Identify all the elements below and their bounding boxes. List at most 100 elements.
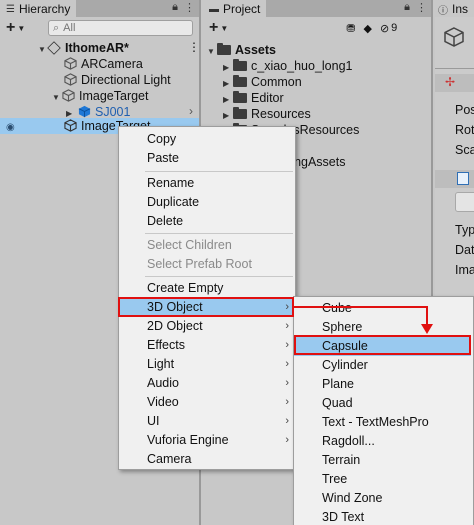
folder-icon — [233, 107, 247, 119]
menu-separator — [145, 171, 293, 172]
assets-root-row[interactable]: ▼ Assets — [207, 42, 276, 58]
folder-label: Common — [251, 75, 302, 89]
folder-icon — [233, 59, 247, 71]
menu-item-label: Vuforia Engine — [147, 433, 229, 447]
inspector-field-label: Pos — [455, 103, 474, 117]
menu-item-audio[interactable]: Audio › — [119, 374, 295, 393]
hierarchy-item-label: Directional Light — [81, 73, 171, 87]
hierarchy-item-directional-light[interactable]: Directional Light — [64, 72, 171, 88]
menu-item-label: UI — [147, 414, 160, 428]
submenu-item-wind-zone[interactable]: Wind Zone — [294, 489, 473, 508]
scene-more-icon[interactable]: ⋮ — [188, 40, 199, 54]
menu-item-camera[interactable]: Camera — [119, 450, 295, 469]
menu-item-label: Effects — [147, 338, 185, 352]
chevron-down-icon[interactable]: ▼ — [17, 24, 25, 33]
project-tab-label: Project — [223, 2, 261, 16]
inspector-dropdown[interactable] — [455, 192, 474, 212]
submenu-item-text-textmeshpro[interactable]: Text - TextMeshPro — [294, 413, 473, 432]
menu-item-copy[interactable]: Copy — [119, 130, 295, 149]
submenu-item-capsule[interactable]: Capsule — [294, 337, 471, 356]
project-folder-row[interactable]: ▶ c_xiao_huo_long1 — [223, 58, 352, 74]
more-icon[interactable]: ⋮ — [416, 1, 427, 14]
scene-row[interactable]: ▼ IthomeAR* — [38, 40, 129, 56]
chevron-down-icon[interactable]: ▼ — [220, 24, 228, 33]
create-plus-button[interactable]: + — [6, 19, 15, 37]
chevron-right-icon: › — [285, 396, 289, 408]
hidden-packages-icon[interactable]: ⊘ — [380, 22, 389, 35]
gameobject-cube-icon — [62, 89, 75, 102]
menu-item-paste[interactable]: Paste — [119, 149, 295, 168]
hierarchy-item-imagetarget-1[interactable]: ▼ ImageTarget — [52, 88, 148, 104]
chevron-right-icon[interactable]: › — [189, 104, 193, 118]
submenu-item-3d-text[interactable]: 3D Text — [294, 508, 473, 525]
menu-item-label: Video — [147, 395, 179, 409]
menu-item-effects[interactable]: Effects › — [119, 336, 295, 355]
project-folder-row[interactable]: ▶ Resources — [223, 106, 311, 122]
chevron-right-icon: › — [285, 301, 289, 313]
submenu-item-cylinder[interactable]: Cylinder — [294, 356, 473, 375]
menu-item-label: Light — [147, 357, 175, 371]
label-tag-icon[interactable]: ◆ — [363, 22, 371, 35]
expand-arrow-icon[interactable]: ▼ — [52, 90, 62, 106]
menu-item-light[interactable]: Light › — [119, 355, 295, 374]
create-plus-button[interactable]: + — [209, 19, 218, 37]
inspector-divider — [435, 68, 474, 69]
menu-item-select-prefab-root: Select Prefab Root — [147, 257, 252, 271]
menu-separator — [145, 276, 293, 277]
menu-item-rename[interactable]: Rename — [119, 174, 295, 193]
submenu-item-ragdoll[interactable]: Ragdoll... — [294, 432, 473, 451]
menu-item-delete[interactable]: Delete — [119, 212, 295, 231]
chevron-right-icon: › — [285, 415, 289, 427]
expand-arrow-icon[interactable]: ▼ — [207, 44, 217, 60]
chevron-right-icon: › — [285, 339, 289, 351]
unity-scene-icon — [47, 41, 61, 55]
inspector-field-label: Ima — [455, 263, 474, 277]
transform-component-header[interactable]: ✢ — [435, 74, 474, 92]
gameobject-cube-icon — [64, 119, 77, 132]
expand-arrow-icon[interactable]: ▼ — [38, 42, 48, 58]
tab-inspector[interactable]: ⓘ Ins — [435, 0, 474, 17]
menu-item-2d-object[interactable]: 2D Object › — [119, 317, 295, 336]
submenu-item-terrain[interactable]: Terrain — [294, 451, 473, 470]
eye-icon: ◉ — [6, 122, 15, 133]
hierarchy-item-label: SJ001 — [95, 105, 131, 119]
lock-icon[interactable]: 🔒︎ — [404, 1, 410, 14]
submenu-item-cube[interactable]: Cube — [294, 299, 473, 318]
more-icon[interactable]: ⋮ — [184, 1, 195, 14]
script-icon — [457, 172, 469, 185]
project-search-field[interactable] — [242, 21, 342, 35]
menu-item-create-empty[interactable]: Create Empty — [119, 279, 295, 298]
hierarchy-search-field[interactable]: ⌕ — [48, 20, 193, 36]
gameobject-cube-icon — [64, 73, 77, 86]
menu-separator — [145, 233, 293, 234]
search-icon: ⌕ — [53, 21, 60, 34]
imagetarget-component-header[interactable] — [435, 170, 474, 188]
tab-hierarchy[interactable]: ☰ Hierarchy — [0, 0, 77, 17]
submenu-item-sphere[interactable]: Sphere — [294, 318, 473, 337]
folder-label: Resources — [251, 107, 311, 121]
inspector-field-label: Typ — [455, 223, 474, 237]
project-folder-row[interactable]: ▶ Editor — [223, 90, 284, 106]
menu-item-ui[interactable]: UI › — [119, 412, 295, 431]
project-folder-row[interactable]: ▶ Common — [223, 74, 302, 90]
list-icon: ☰ — [6, 3, 15, 15]
menu-item-3d-object[interactable]: 3D Object › — [119, 298, 295, 317]
project-tabbar: ▬ Project 🔒︎ ⋮ — [203, 0, 431, 17]
hierarchy-item-arcamera[interactable]: ARCamera — [64, 56, 143, 72]
project-toolbar: + ▼ ⛃ ◆ ⊘ 9 — [203, 17, 431, 39]
menu-item-vuforia-engine[interactable]: Vuforia Engine › — [119, 431, 295, 450]
hierarchy-tabbar: ☰ Hierarchy 🔒︎ ⋮ — [0, 0, 199, 17]
filter-icon[interactable]: ⛃ — [346, 22, 355, 35]
submenu-item-plane[interactable]: Plane — [294, 375, 473, 394]
menu-item-label: 2D Object — [147, 319, 203, 333]
scene-name: IthomeAR* — [65, 41, 129, 55]
chevron-right-icon: › — [285, 434, 289, 446]
tab-project[interactable]: ▬ Project — [203, 0, 267, 17]
submenu-item-tree[interactable]: Tree — [294, 470, 473, 489]
lock-icon[interactable]: 🔒︎ — [172, 1, 178, 14]
submenu-item-quad[interactable]: Quad — [294, 394, 473, 413]
hierarchy-search-input[interactable] — [63, 22, 164, 34]
visibility-toggle[interactable]: ◉ — [6, 118, 15, 134]
menu-item-duplicate[interactable]: Duplicate — [119, 193, 295, 212]
menu-item-video[interactable]: Video › — [119, 393, 295, 412]
